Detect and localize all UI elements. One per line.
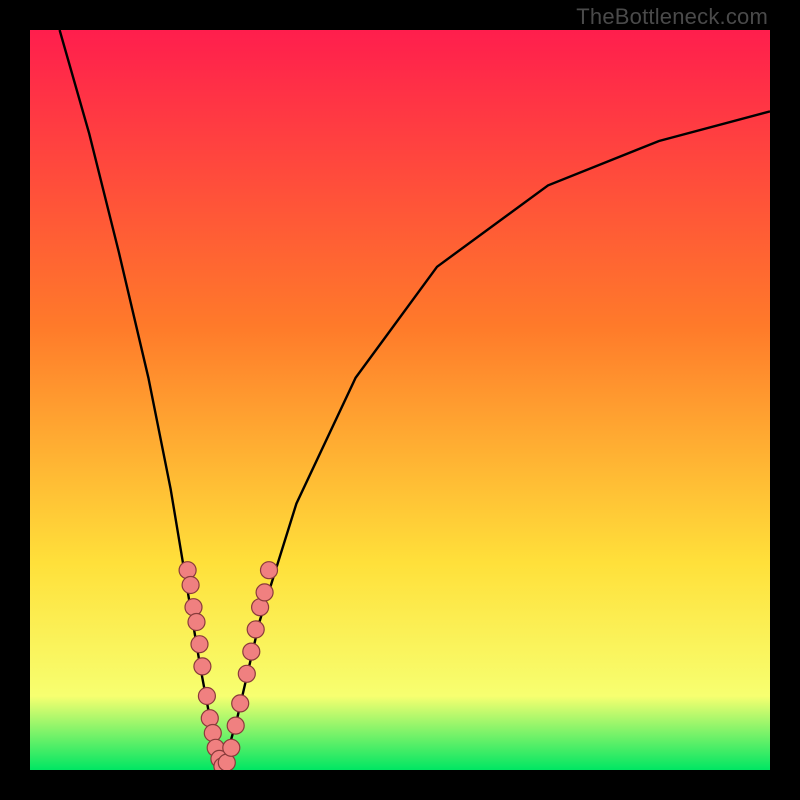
highlight-dot [256,584,273,601]
highlight-dot [179,562,196,579]
highlight-dot [223,739,240,756]
highlight-dot [201,710,218,727]
highlight-dot [232,695,249,712]
highlight-dot [238,665,255,682]
curve-layer [30,30,770,770]
highlight-dot [194,658,211,675]
plot-area [30,30,770,770]
chart-frame: TheBottleneck.com [0,0,800,800]
highlight-dot [185,599,202,616]
highlight-dot [227,717,244,734]
highlight-dot [188,614,205,631]
highlight-dot [247,621,264,638]
highlight-dot [191,636,208,653]
highlight-dot [182,577,199,594]
highlight-dot [261,562,278,579]
watermark-text: TheBottleneck.com [576,4,768,30]
highlight-dot [204,725,221,742]
highlight-dot [198,688,215,705]
bottleneck-curve [60,30,770,770]
highlight-dots [179,562,277,770]
highlight-dot [243,643,260,660]
